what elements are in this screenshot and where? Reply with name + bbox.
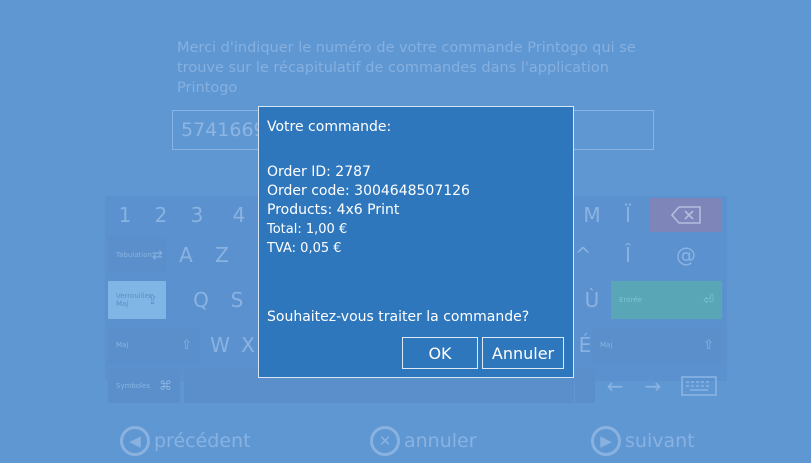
order-products: Products: 4x6 Print <box>267 202 400 218</box>
key-u-grave[interactable]: Ù <box>575 281 609 319</box>
key-m[interactable]: M <box>575 198 609 232</box>
shift-right-label: Maj <box>600 341 613 349</box>
tab-icon: ⇄ <box>151 247 163 263</box>
cancel-dialog-button[interactable]: Annuler <box>482 337 564 369</box>
order-total: Total: 1,00 € <box>267 222 348 237</box>
shift-left-icon: ⇧ <box>181 337 192 353</box>
tab-key-label: Tabulation <box>116 251 152 259</box>
key-z[interactable]: Z <box>205 237 239 273</box>
caps-lock-icon: ⇪ <box>147 292 158 308</box>
right-arrow-key[interactable]: → <box>636 369 670 403</box>
key-q[interactable]: Q <box>184 281 218 319</box>
arrow-left-circle-icon: ◀ <box>120 426 150 456</box>
order-id: Order ID: 2787 <box>267 164 371 180</box>
instruction-text: Merci d'indiquer le numéro de votre comm… <box>177 40 636 96</box>
left-arrow-icon: ← <box>606 374 624 398</box>
close-circle-icon: ✕ <box>370 426 400 456</box>
command-icon: ⌘ <box>159 378 172 394</box>
hide-keyboard-key[interactable] <box>676 369 722 403</box>
key-i-trema[interactable]: Ï <box>611 198 645 232</box>
next-button[interactable]: ▶ suivant <box>591 423 695 459</box>
key-4[interactable]: 4 <box>222 198 256 232</box>
left-arrow-key[interactable]: ← <box>598 369 632 403</box>
key-x[interactable]: X <box>239 327 257 363</box>
order-tva: TVA: 0,05 € <box>267 241 342 256</box>
enter-key[interactable]: Entrée ⏎ <box>611 281 722 319</box>
previous-button[interactable]: ◀ précédent <box>120 423 251 459</box>
key-s[interactable]: S <box>220 281 254 319</box>
order-details: Order ID: 2787 Order code: 3004648507126… <box>267 163 470 258</box>
arrow-right-circle-icon: ▶ <box>591 426 621 456</box>
keyboard-icon <box>681 376 717 396</box>
caps-lock-key[interactable]: Verrouiller Maj ⇪ <box>108 281 166 319</box>
key-3[interactable]: 3 <box>180 198 214 232</box>
enter-key-label: Entrée <box>619 296 642 304</box>
cancel-nav-button[interactable]: ✕ annuler <box>370 423 477 459</box>
key-1[interactable]: 1 <box>108 198 142 232</box>
shift-left-key[interactable]: Maj ⇧ <box>108 327 200 363</box>
shift-right-key[interactable]: Maj ⇧ <box>592 327 722 363</box>
tab-key[interactable]: Tabulation ⇄ <box>108 237 166 273</box>
dialog-title: Votre commande: <box>267 119 392 135</box>
order-code: Order code: 3004648507126 <box>267 183 470 199</box>
key-w[interactable]: W <box>203 327 237 363</box>
spare-key[interactable] <box>575 369 595 403</box>
right-arrow-icon: → <box>644 374 662 398</box>
shift-right-icon: ⇧ <box>703 337 714 353</box>
next-label: suivant <box>625 430 695 452</box>
caps-lock-label: Verrouiller Maj <box>116 292 152 308</box>
order-confirmation-dialog: Votre commande: Order ID: 2787 Order cod… <box>258 106 574 378</box>
shift-left-label: Maj <box>116 341 129 349</box>
symbols-key[interactable]: Symboles ⌘ <box>108 369 180 403</box>
previous-label: précédent <box>154 430 251 452</box>
key-at[interactable]: @ <box>650 237 722 273</box>
key-i-circumflex[interactable]: Î <box>611 237 645 273</box>
key-a[interactable]: A <box>169 237 203 273</box>
cancel-nav-label: annuler <box>404 430 477 452</box>
backspace-icon <box>671 206 701 224</box>
symbols-label: Symboles <box>116 382 151 390</box>
key-circumflex[interactable]: ^ <box>573 237 593 273</box>
dialog-question: Souhaitez-vous traiter la commande? <box>267 309 530 325</box>
key-2[interactable]: 2 <box>144 198 178 232</box>
enter-icon: ⏎ <box>703 292 714 308</box>
ok-button[interactable]: OK <box>402 337 478 369</box>
backspace-key[interactable] <box>650 198 722 232</box>
